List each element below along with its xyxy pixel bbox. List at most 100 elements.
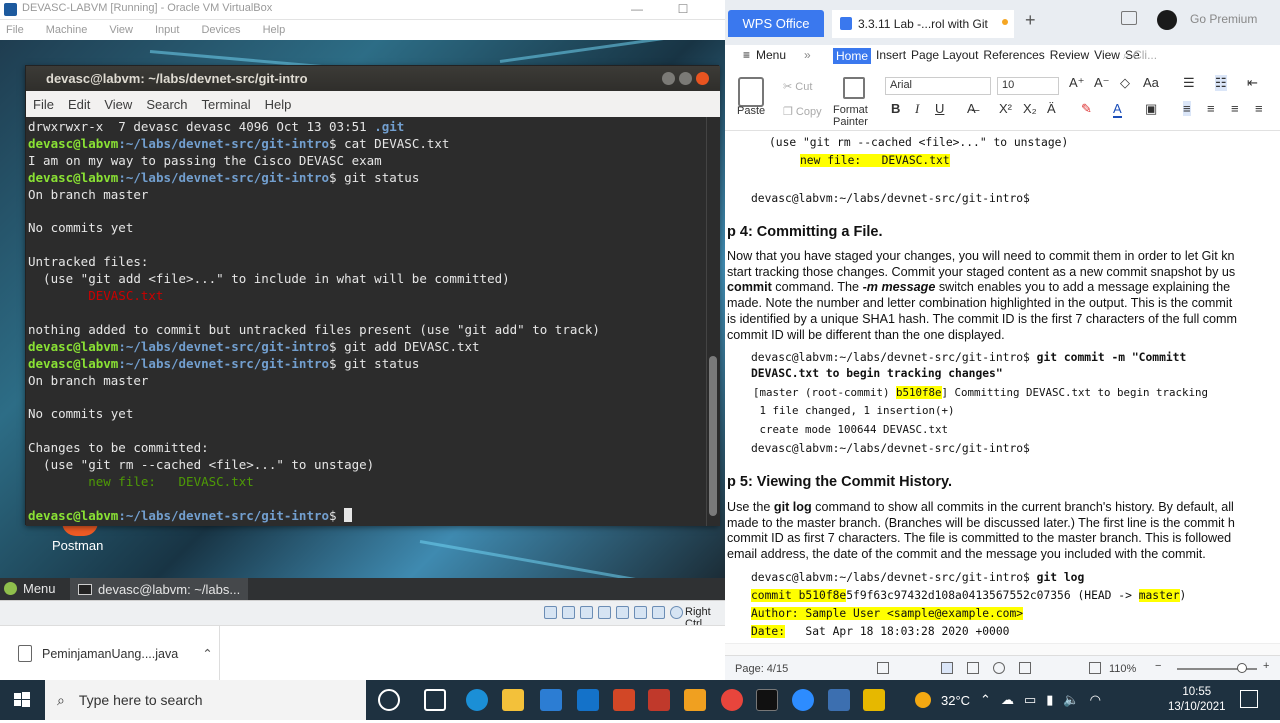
display-status-icon[interactable] — [652, 606, 665, 619]
outline-view-icon[interactable] — [967, 662, 979, 674]
hdd-status-icon[interactable] — [544, 606, 557, 619]
page-view-icon[interactable] — [941, 662, 953, 674]
vbox-menu-file[interactable]: File — [6, 24, 24, 36]
chevron-up-icon[interactable]: ⌃ — [202, 646, 212, 661]
virtualbox-taskbar-icon[interactable] — [828, 689, 850, 711]
terminal-minimize-icon[interactable] — [662, 72, 675, 85]
horizontal-scrollbar[interactable] — [725, 643, 1280, 655]
format-painter-icon[interactable] — [843, 77, 865, 99]
network-icon[interactable]: ▭ — [1024, 692, 1036, 708]
vbox-menu-help[interactable]: Help — [263, 24, 286, 36]
superscript-icon[interactable]: X² — [999, 101, 1012, 116]
chevron-up-icon[interactable]: ⌃ — [980, 692, 991, 708]
usb-status-icon[interactable] — [616, 606, 629, 619]
terminal-menu-edit[interactable]: Edit — [68, 97, 90, 112]
terminal-close-icon[interactable] — [696, 72, 709, 85]
app-icon[interactable] — [863, 689, 885, 711]
font-size-select[interactable]: 10 — [997, 77, 1059, 95]
battery-icon[interactable]: ▮ — [1046, 692, 1053, 708]
bold-icon[interactable]: B — [891, 101, 900, 116]
cortana-icon[interactable] — [378, 689, 400, 711]
tab-insert[interactable]: Insert — [876, 48, 906, 64]
go-premium-link[interactable]: Go Premium — [1190, 12, 1257, 26]
bullets-icon[interactable]: ☰ — [1183, 75, 1195, 91]
shared-folder-status-icon[interactable] — [634, 606, 647, 619]
double-chevron-icon[interactable]: » — [804, 48, 811, 62]
subscript-icon[interactable]: X₂ — [1023, 101, 1037, 116]
terminal-menu-file[interactable]: File — [33, 97, 54, 112]
zoom-app-icon[interactable] — [792, 689, 814, 711]
fit-page-icon[interactable] — [1089, 662, 1101, 674]
tab-references[interactable]: References — [983, 48, 1044, 64]
justify-icon[interactable]: ≡ — [1255, 101, 1263, 116]
wifi-icon[interactable]: ◠ — [1090, 692, 1101, 708]
paste-icon[interactable] — [738, 77, 764, 107]
grow-font-icon[interactable]: A⁺ — [1069, 75, 1085, 91]
web-view-icon[interactable] — [993, 662, 1005, 674]
wps-office-tab[interactable]: WPS Office — [728, 10, 824, 37]
emphasis-icon[interactable]: Ä — [1047, 101, 1056, 116]
network-status-icon[interactable] — [598, 606, 611, 619]
focus-mode-icon[interactable] — [877, 662, 889, 674]
vbox-menu-machine[interactable]: Machine — [46, 24, 88, 36]
tab-home[interactable]: Home — [833, 48, 872, 64]
file-explorer-icon[interactable] — [502, 689, 524, 711]
copy-button[interactable]: ❐ Copy — [783, 105, 822, 118]
wps-taskbar-icon[interactable] — [648, 689, 670, 711]
weather-icon[interactable] — [915, 692, 931, 708]
align-right-icon[interactable]: ≡ — [1231, 101, 1239, 116]
terminal-menu-search[interactable]: Search — [146, 97, 187, 112]
task-view-icon[interactable] — [424, 689, 446, 711]
maximize-button[interactable]: ☐ — [663, 0, 703, 20]
vbox-menu-view[interactable]: View — [109, 24, 133, 36]
tab-review[interactable]: Review — [1050, 48, 1089, 64]
vbox-menu-devices[interactable]: Devices — [201, 24, 240, 36]
zoom-slider-knob[interactable] — [1237, 663, 1247, 673]
edge-icon[interactable] — [466, 689, 488, 711]
office-icon[interactable] — [613, 689, 635, 711]
onedrive-icon[interactable]: ☁ — [1001, 692, 1014, 708]
change-case-icon[interactable]: Aa — [1143, 75, 1159, 90]
align-left-icon[interactable]: ≡ — [1183, 101, 1191, 116]
cut-button[interactable]: ✂ Cut — [783, 80, 812, 93]
guest-task-terminal[interactable]: devasc@labvm: ~/labs... — [70, 578, 249, 600]
tab-view[interactable]: View — [1094, 48, 1120, 64]
zoom-in-icon[interactable]: + — [1263, 660, 1269, 672]
wps-document-tab[interactable]: 3.3.11 Lab -...rol with Git — [832, 10, 1014, 38]
taskbar-search[interactable]: ⌕ Type here to search — [45, 680, 366, 720]
search-command[interactable]: ⌕ Cli... — [1123, 48, 1157, 63]
terminal-output[interactable]: drwxrwxr-x 7 devasc devasc 4096 Oct 13 0… — [26, 117, 706, 526]
download-item[interactable]: PeminjamanUang....java ⌃ — [0, 626, 220, 681]
chrome-icon[interactable] — [721, 689, 743, 711]
format-painter-button[interactable]: Format Painter — [833, 104, 868, 128]
font-color-icon[interactable]: A — [1113, 101, 1122, 118]
postman-label[interactable]: Postman — [52, 538, 103, 553]
italic-icon[interactable]: I — [915, 101, 919, 117]
temperature[interactable]: 32°C — [941, 693, 970, 708]
zoom-level[interactable]: 110% — [1109, 663, 1136, 675]
clear-format-icon[interactable]: ◇ — [1120, 75, 1130, 91]
notification-icon[interactable] — [1240, 690, 1258, 708]
mouse-status-icon[interactable] — [670, 606, 683, 619]
document-page[interactable]: (use "git rm --cached <file>..." to unst… — [725, 131, 1280, 655]
page-indicator[interactable]: Page: 4/15 — [735, 663, 788, 675]
underline-icon[interactable]: U — [935, 101, 944, 116]
start-button[interactable] — [0, 680, 44, 720]
new-tab-icon[interactable]: + — [1025, 10, 1036, 31]
highlight-icon[interactable]: ✎ — [1081, 101, 1092, 117]
terminal-scroll-thumb[interactable] — [709, 356, 717, 516]
tab-list-icon[interactable] — [1121, 11, 1137, 25]
audio-status-icon[interactable] — [580, 606, 593, 619]
shrink-font-icon[interactable]: A⁻ — [1094, 75, 1110, 91]
outdent-icon[interactable]: ⇤ — [1247, 75, 1258, 91]
clock[interactable]: 10:55 13/10/2021 — [1168, 685, 1226, 715]
tab-page-layout[interactable]: Page Layout — [911, 48, 978, 64]
terminal-menu-view[interactable]: View — [104, 97, 132, 112]
mail-icon[interactable] — [577, 689, 599, 711]
numbering-icon[interactable]: ☷ — [1215, 75, 1227, 91]
vbox-menu-input[interactable]: Input — [155, 24, 179, 36]
font-family-select[interactable]: Arial — [885, 77, 991, 95]
sublime-icon[interactable] — [684, 689, 706, 711]
terminal-maximize-icon[interactable] — [679, 72, 692, 85]
terminal-menu-terminal[interactable]: Terminal — [202, 97, 251, 112]
